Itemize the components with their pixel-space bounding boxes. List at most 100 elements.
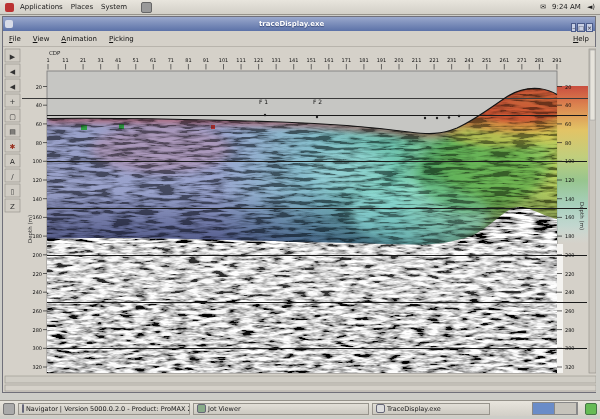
right-axis-tick-label: 140 [565,196,575,202]
menu-picking[interactable]: Picking [109,35,134,43]
pick-dot [316,116,318,118]
right-axis-tick-label: 100 [565,158,575,164]
right-axis-tick-label: 220 [565,271,575,277]
workspace-1[interactable] [533,403,555,414]
menu-view[interactable]: View [33,35,50,43]
step-back-icon: ◀ [10,68,16,76]
pick-dot [448,116,450,118]
menu-animation[interactable]: Animation [61,35,97,43]
cdp-tick-label: 71 [168,57,174,63]
cdp-tick-label: 41 [115,57,121,63]
speaker-icon[interactable]: ◄) [587,3,595,11]
trash-icon[interactable] [585,403,597,415]
cdp-tick-label: 11 [62,57,68,63]
cdp-tick-label: 201 [394,57,404,63]
panel-menu-system[interactable]: System [101,3,127,11]
cdp-tick-label: 31 [97,57,103,63]
gnome-taskbar: Navigator | Version 5000.0.2.0 - Product… [0,400,600,416]
right-axis-tick-label: 200 [565,252,575,258]
cdp-tick-label: 241 [464,57,474,63]
printer-icon[interactable] [141,2,152,13]
right-axis-tick-label: 120 [565,177,575,183]
right-axis-tick-label: 60 [565,121,571,127]
cdp-tick-label: 21 [80,57,86,63]
left-axis-tick-label: 120 [32,177,42,183]
zoom-tool-icon: Z [10,203,15,211]
gnome-top-panel: Applications Places System ✉ 9:24 AM ◄) [0,0,600,15]
window-icon[interactable] [5,20,13,28]
cdp-tick-label: 271 [517,57,527,63]
panel-menu-applications[interactable]: Applications [20,3,63,11]
mail-icon[interactable]: ✉ [540,3,546,11]
title-bar[interactable]: traceDisplay.exe –□× [3,17,595,31]
cdp-tick-label: 131 [271,57,281,63]
task-button-1[interactable]: Navigator | Version 5000.0.2.0 - Product… [18,403,190,415]
cdp-tick-label: 261 [500,57,510,63]
pick-dot [264,114,266,116]
cdp-tick-label: 181 [359,57,369,63]
cdp-tick-label: 231 [447,57,457,63]
workspace-2[interactable] [555,403,577,414]
left-axis-tick-label: 180 [32,233,42,239]
window-title: traceDisplay.exe [13,20,570,28]
left-axis-tick-label: 20 [36,84,42,90]
pick-dot [458,115,460,117]
left-axis-tick-label: 160 [32,214,42,220]
pick-dot [436,117,438,119]
task-button-3[interactable]: TraceDisplay.exe [372,403,490,415]
horizontal-scrollbar[interactable] [5,376,596,383]
left-axis-tick-label: 220 [32,271,42,277]
menu-bar: File View Animation Picking Help [3,31,595,47]
cdp-tick-label: 121 [254,57,264,63]
menu-help[interactable]: Help [573,35,589,43]
cdp-tick-label: 61 [150,57,156,63]
cdp-tick-label: 221 [429,57,439,63]
status-bar [5,385,596,391]
left-axis-tick-label: 260 [32,308,42,314]
left-toolbar: ▶◀◀+▢▤✱A∕▯Z [5,49,20,212]
crosshair-icon: + [10,98,16,106]
left-axis-tick-label: 320 [32,364,42,370]
right-axis-tick-label: 240 [565,289,575,295]
cdp-tick-label: 51 [133,57,139,63]
panel-menu-places[interactable]: Places [71,3,93,11]
show-desktop-icon[interactable] [3,403,15,415]
cdp-tick-label: 111 [236,57,246,63]
navigator-icon [22,404,24,413]
cdp-tick-label: 1 [46,57,49,63]
left-axis-tick-label: 40 [36,102,42,108]
right-axis-tick-label: 80 [565,140,571,146]
left-axis-tick-label: 200 [32,252,42,258]
cdp-tick-label: 171 [342,57,352,63]
close-button[interactable]: × [586,23,593,32]
workspace-switcher[interactable] [532,402,578,415]
distro-logo-icon[interactable] [5,3,14,12]
right-axis-tick-label: 320 [565,364,575,370]
pick-dot [424,117,426,119]
maximize-button[interactable]: □ [577,23,585,32]
right-axis-tick-label: 260 [565,308,575,314]
left-axis-tick-label: 60 [36,121,42,127]
cdp-tick-label: 101 [219,57,229,63]
play-forward-icon: ▶ [10,53,16,61]
ruler-axis-label: CDP [49,50,61,56]
cdp-tick-label: 281 [535,57,545,63]
fault-label-f1: F 1 [259,98,268,105]
task-button-2[interactable]: Jot Viewer [193,403,369,415]
layers-icon: ▤ [9,128,16,136]
app-window: traceDisplay.exe –□× File View Animation Pi… [2,16,596,393]
left-axis-tick-label: 80 [36,140,42,146]
cdp-tick-label: 91 [203,57,209,63]
trace-icon [376,404,385,413]
right-axis-tick-label: 40 [565,102,571,108]
plot-area: ▶◀◀+▢▤✱A∕▯ZCDP11121314151617181911011111… [4,47,596,392]
right-axis-tick-label: 160 [565,214,575,220]
cdp-tick-label: 141 [289,57,299,63]
left-axis-tick-label: 240 [32,289,42,295]
minimize-button[interactable]: – [571,23,576,32]
left-axis-tick-label: 140 [32,196,42,202]
menu-file[interactable]: File [9,35,21,43]
clock[interactable]: 9:24 AM [552,3,581,11]
left-axis-tick-label: 280 [32,327,42,333]
cdp-tick-label: 211 [412,57,422,63]
